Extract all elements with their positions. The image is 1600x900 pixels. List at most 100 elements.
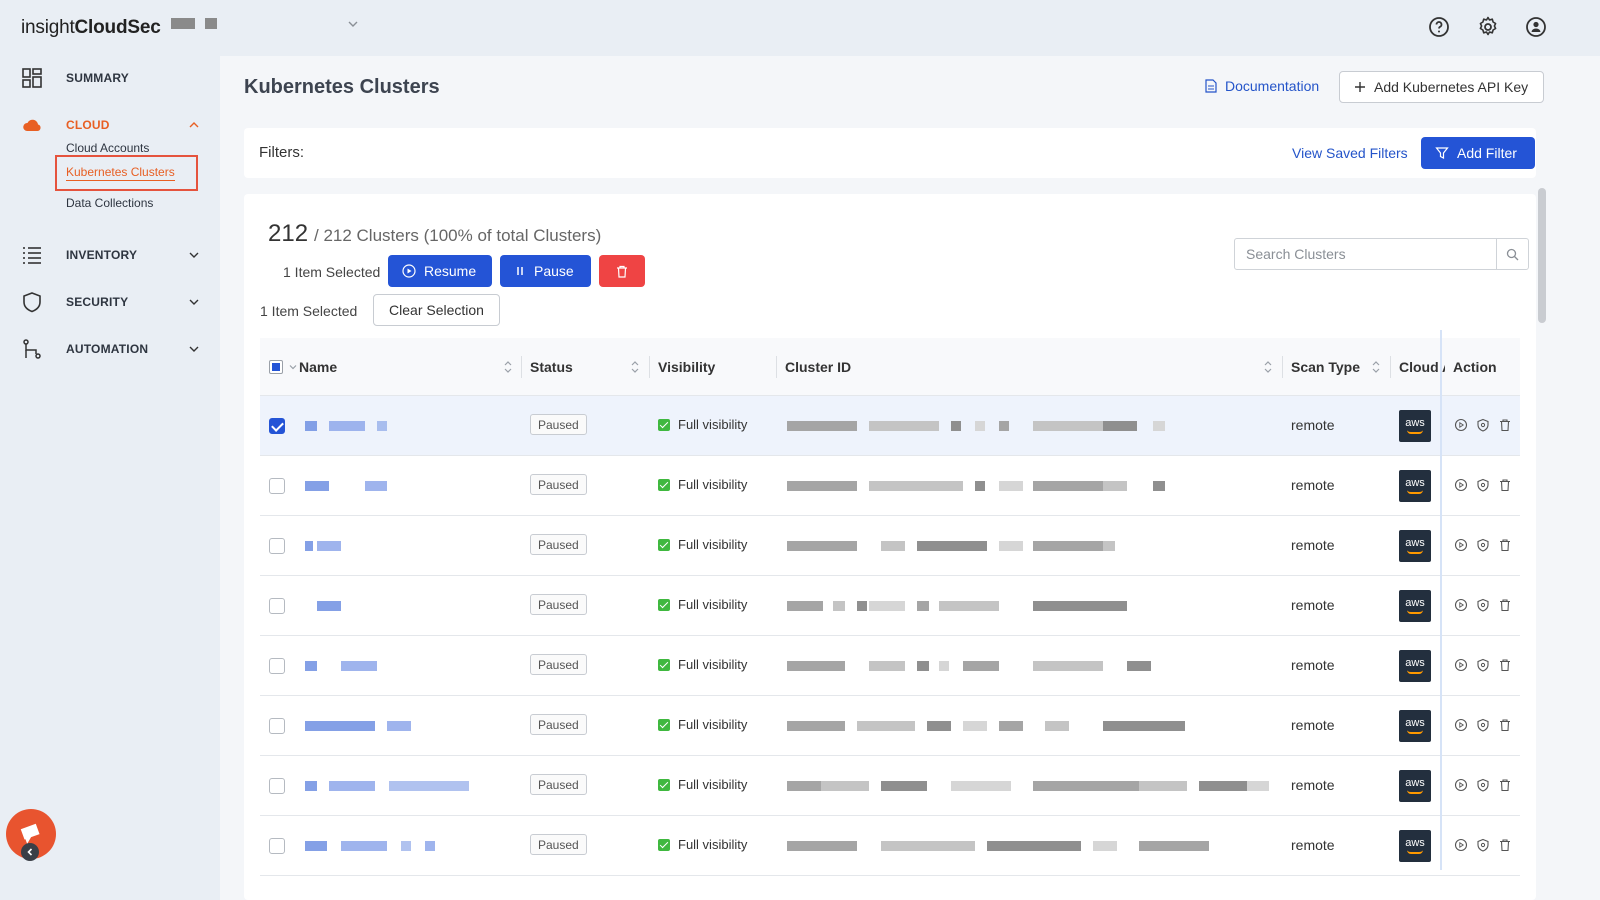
row-checkbox[interactable]	[269, 718, 285, 734]
play-circle-icon[interactable]	[1454, 778, 1468, 792]
delete-button[interactable]	[599, 255, 645, 287]
shield-scan-icon[interactable]	[1476, 778, 1490, 792]
shield-scan-icon[interactable]	[1476, 718, 1490, 732]
redacted-block	[305, 541, 313, 551]
row-checkbox[interactable]	[269, 778, 285, 794]
table-row[interactable]: Paused Full visibility remote aws	[260, 636, 1520, 696]
chevron-down-icon[interactable]	[187, 295, 201, 309]
column-header-status[interactable]: Status	[530, 359, 573, 375]
sort-icon[interactable]	[504, 360, 512, 374]
sidebar-item-inventory[interactable]: INVENTORY	[0, 240, 220, 270]
shield-scan-icon[interactable]	[1476, 478, 1490, 492]
select-all-checkbox[interactable]	[269, 360, 283, 374]
redacted-block	[881, 841, 975, 851]
column-header-visibility[interactable]: Visibility	[658, 359, 715, 375]
collapse-sidebar-button[interactable]	[21, 843, 39, 861]
table-row[interactable]: Paused Full visibility remote aws	[260, 576, 1520, 636]
trash-icon[interactable]	[1498, 418, 1512, 432]
cluster-name-redacted[interactable]	[305, 601, 505, 613]
add-filter-button[interactable]: Add Filter	[1421, 137, 1535, 169]
clear-selection-button[interactable]: Clear Selection	[373, 294, 500, 326]
row-checkbox[interactable]	[269, 418, 285, 434]
redacted-block	[927, 721, 951, 731]
play-circle-icon[interactable]	[1454, 418, 1468, 432]
help-icon[interactable]	[1427, 15, 1451, 39]
play-circle-icon[interactable]	[1454, 718, 1468, 732]
play-circle-icon[interactable]	[1454, 838, 1468, 852]
sidebar-item-cloud[interactable]: CLOUD	[0, 110, 220, 140]
settings-gear-icon[interactable]	[1476, 15, 1500, 39]
column-header-cluster-id[interactable]: Cluster ID	[785, 359, 851, 375]
cluster-name-redacted[interactable]	[305, 481, 505, 493]
search-input[interactable]	[1235, 239, 1497, 269]
sidebar-item-summary[interactable]: SUMMARY	[0, 63, 220, 93]
redacted-block	[341, 841, 387, 851]
chevron-down-icon[interactable]	[187, 248, 201, 262]
sort-icon[interactable]	[1264, 360, 1272, 374]
table-row[interactable]: Paused Full visibility remote aws	[260, 456, 1520, 516]
row-checkbox[interactable]	[269, 838, 285, 854]
row-checkbox[interactable]	[269, 658, 285, 674]
sort-icon[interactable]	[631, 360, 639, 374]
trash-icon[interactable]	[1498, 778, 1512, 792]
trash-icon[interactable]	[1498, 538, 1512, 552]
resume-button[interactable]: Resume	[388, 255, 492, 287]
sidebar-item-label: CLOUD	[66, 118, 110, 132]
documentation-label: Documentation	[1225, 78, 1320, 94]
sidebar-item-automation[interactable]: AUTOMATION	[0, 334, 220, 364]
documentation-link[interactable]: Documentation	[1205, 78, 1319, 94]
shield-scan-icon[interactable]	[1476, 538, 1490, 552]
trash-icon[interactable]	[1498, 718, 1512, 732]
column-header-scan-type[interactable]: Scan Type	[1291, 359, 1360, 375]
row-checkbox[interactable]	[269, 598, 285, 614]
play-circle-icon[interactable]	[1454, 598, 1468, 612]
trash-icon[interactable]	[1498, 478, 1512, 492]
check-icon	[658, 538, 670, 551]
cluster-name-redacted[interactable]	[305, 661, 505, 673]
cluster-name-redacted[interactable]	[305, 721, 505, 733]
play-circle-icon[interactable]	[1454, 538, 1468, 552]
cluster-name-redacted[interactable]	[305, 541, 505, 553]
table-row[interactable]: Paused Full visibility remote aws	[260, 756, 1520, 816]
chevron-down-icon[interactable]	[346, 17, 360, 31]
shield-scan-icon[interactable]	[1476, 838, 1490, 852]
row-checkbox[interactable]	[269, 478, 285, 494]
pause-button[interactable]: Pause	[500, 255, 591, 287]
chevron-up-icon[interactable]	[187, 118, 201, 132]
app-logo[interactable]: insightCloudSec	[21, 17, 161, 39]
sidebar-subitem-data-collections[interactable]: Data Collections	[66, 196, 153, 210]
trash-icon[interactable]	[1498, 658, 1512, 672]
user-account-icon[interactable]	[1524, 15, 1548, 39]
shield-scan-icon[interactable]	[1476, 418, 1490, 432]
add-kubernetes-api-key-button[interactable]: Add Kubernetes API Key	[1339, 71, 1544, 103]
play-circle-icon[interactable]	[1454, 658, 1468, 672]
table-row[interactable]: Paused Full visibility remote aws	[260, 396, 1520, 456]
cluster-name-redacted[interactable]	[305, 841, 505, 853]
row-checkbox[interactable]	[269, 538, 285, 554]
shield-scan-icon[interactable]	[1476, 658, 1490, 672]
shield-scan-icon[interactable]	[1476, 598, 1490, 612]
chevron-down-icon[interactable]	[187, 342, 201, 356]
check-icon	[658, 658, 670, 671]
column-header-cloud[interactable]: Cloud A	[1399, 359, 1445, 375]
column-header-name[interactable]: Name	[299, 359, 337, 375]
sidebar-subitem-kubernetes-clusters[interactable]: Kubernetes Clusters	[55, 155, 198, 191]
org-selector-redacted[interactable]	[205, 18, 217, 29]
sidebar-item-security[interactable]: SECURITY	[0, 287, 220, 317]
trash-icon[interactable]	[1498, 598, 1512, 612]
status-badge: Paused	[530, 474, 587, 495]
cluster-name-redacted[interactable]	[305, 421, 505, 433]
search-button[interactable]	[1496, 239, 1528, 269]
trash-icon[interactable]	[1498, 838, 1512, 852]
table-row[interactable]: Paused Full visibility remote aws	[260, 516, 1520, 576]
org-selector-redacted[interactable]	[171, 18, 195, 29]
play-circle-icon[interactable]	[1454, 478, 1468, 492]
sidebar-subitem-cloud-accounts[interactable]: Cloud Accounts	[66, 141, 149, 155]
view-saved-filters-link[interactable]: View Saved Filters	[1292, 145, 1408, 161]
cluster-name-redacted[interactable]	[305, 781, 505, 793]
sort-icon[interactable]	[1372, 360, 1380, 374]
chevron-down-icon[interactable]	[288, 362, 298, 372]
scrollbar-thumb[interactable]	[1538, 188, 1546, 323]
table-row[interactable]: Paused Full visibility remote aws	[260, 816, 1520, 876]
table-row[interactable]: Paused Full visibility remote aws	[260, 696, 1520, 756]
